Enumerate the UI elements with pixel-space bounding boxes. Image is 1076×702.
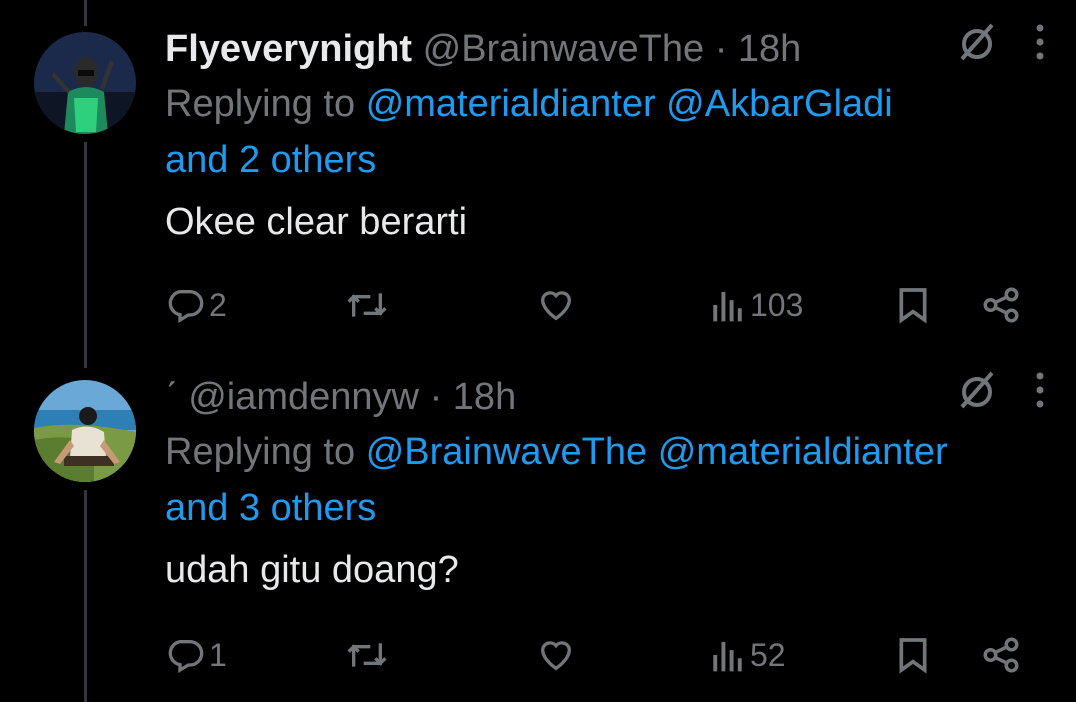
share-icon [980,634,1022,676]
mention-link[interactable]: @BrainwaveThe [366,431,647,473]
share-button[interactable] [980,630,1022,680]
mention-link[interactable]: @AkbarGladi [666,83,893,125]
views-count: 103 [750,286,804,323]
views-icon [710,285,746,325]
timestamp[interactable]: 18h [453,376,516,418]
views-count: 52 [750,636,786,673]
action-bar: 2 103 [165,280,1045,330]
mention-link[interactable]: @materialdianter [366,83,656,125]
views-button[interactable]: 103 [710,280,803,330]
reply-icon [165,635,205,675]
tweet[interactable]: ˊ @iamdennyw · 18h Replying to @Brainwav… [0,360,1076,702]
like-button[interactable] [535,630,577,680]
repost-icon [345,635,389,675]
reply-icon [165,285,205,325]
timestamp[interactable]: 18h [738,28,801,70]
views-icon [710,635,746,675]
user-handle[interactable]: @iamdennyw [188,376,419,418]
reply-button[interactable]: 2 [165,280,227,330]
grok-icon[interactable] [956,21,998,78]
tweet[interactable]: Flyeverynight @BrainwaveThe · 18h Replyi… [0,0,1076,360]
others-link[interactable]: and 2 others [165,139,376,181]
bookmark-icon [893,284,933,326]
repost-button[interactable] [345,280,389,330]
display-name[interactable]: ˊ [165,376,178,418]
user-handle[interactable]: @BrainwaveThe [423,28,704,70]
more-icon[interactable] [1034,370,1046,425]
bookmark-button[interactable] [893,630,933,680]
tweet-header: Flyeverynight @BrainwaveThe · 18h [165,22,1046,76]
views-button[interactable]: 52 [710,630,786,680]
tweet-header: ˊ @iamdennyw · 18h [165,370,1046,424]
mention-link[interactable]: @materialdianter [658,431,948,473]
others-link[interactable]: and 3 others [165,487,376,529]
more-icon[interactable] [1034,22,1046,77]
repost-button[interactable] [345,630,389,680]
bookmark-button[interactable] [893,280,933,330]
share-icon [980,284,1022,326]
bookmark-icon [893,634,933,676]
tweet-text: udah gitu doang? [165,549,459,591]
like-button[interactable] [535,280,577,330]
replying-to: Replying to @materialdianter @AkbarGladi… [165,76,1046,188]
avatar[interactable] [34,32,136,134]
avatar[interactable] [34,380,136,482]
tweet-text: Okee clear berarti [165,201,468,243]
separator-dot: · [714,28,728,70]
separator-dot: · [429,376,443,418]
replying-prefix: Replying to [165,83,356,125]
reply-count: 1 [209,636,227,673]
reply-count: 2 [209,286,227,323]
replying-to: Replying to @BrainwaveThe @materialdiant… [165,424,1046,536]
action-bar: 1 52 [165,630,1045,680]
repost-icon [345,285,389,325]
reply-button[interactable]: 1 [165,630,227,680]
grok-icon[interactable] [956,369,998,426]
replying-prefix: Replying to [165,431,356,473]
display-name[interactable]: Flyeverynight [165,28,412,70]
share-button[interactable] [980,280,1022,330]
heart-icon [535,285,577,325]
heart-icon [535,635,577,675]
